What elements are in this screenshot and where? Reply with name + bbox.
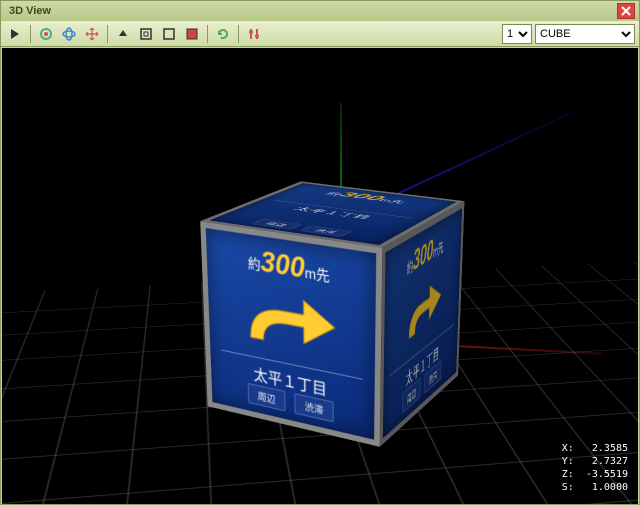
solid-icon bbox=[185, 27, 199, 41]
cube-object[interactable]: 約300m先 太平１丁目 周辺 渋滞 約300m先 bbox=[254, 200, 427, 409]
titlebar: 3D View bbox=[1, 1, 639, 21]
move-icon bbox=[85, 27, 99, 41]
frame-icon bbox=[139, 27, 153, 41]
shade-button-3[interactable] bbox=[159, 24, 179, 44]
toolbar-separator bbox=[30, 25, 31, 43]
camera-icon bbox=[39, 27, 53, 41]
texture-button-right: 渋滞 bbox=[300, 226, 352, 237]
settings-button[interactable] bbox=[244, 24, 264, 44]
shade-button-2[interactable] bbox=[136, 24, 156, 44]
refresh-button[interactable] bbox=[213, 24, 233, 44]
toolbar-separator bbox=[207, 25, 208, 43]
view-button-3[interactable] bbox=[82, 24, 102, 44]
shade-button-1[interactable] bbox=[113, 24, 133, 44]
toolbar-separator bbox=[107, 25, 108, 43]
wireframe-icon bbox=[162, 27, 176, 41]
view-button-1[interactable] bbox=[36, 24, 56, 44]
close-button[interactable] bbox=[617, 3, 635, 19]
3d-view-window: 3D View bbox=[0, 0, 640, 505]
sliders-icon bbox=[247, 27, 261, 41]
window-title: 3D View bbox=[5, 5, 617, 17]
play-icon bbox=[9, 28, 21, 40]
coord-z: Z: -3.5519 bbox=[562, 468, 628, 481]
object-name-select[interactable]: CUBE bbox=[535, 24, 635, 44]
coord-x: X: 2.3585 bbox=[562, 442, 628, 455]
orbit-icon bbox=[62, 27, 76, 41]
coord-s: S: 1.0000 bbox=[562, 481, 628, 494]
distance-prefix: 約 bbox=[248, 255, 261, 274]
viewport[interactable]: 約300m先 太平１丁目 周辺 渋滞 約300m先 bbox=[2, 48, 638, 504]
triangle-up-icon bbox=[116, 27, 130, 41]
toolbar-separator bbox=[238, 25, 239, 43]
play-button[interactable] bbox=[5, 24, 25, 44]
close-icon bbox=[621, 6, 631, 16]
toolbar: 1 CUBE bbox=[1, 21, 639, 47]
object-index-select[interactable]: 1 bbox=[502, 24, 532, 44]
coordinates-readout: X: 2.3585 Y: 2.7327 Z: -3.5519 S: 1.0000 bbox=[562, 442, 628, 494]
coord-y: Y: 2.7327 bbox=[562, 455, 628, 468]
distance-unit: m先 bbox=[305, 264, 330, 285]
view-button-2[interactable] bbox=[59, 24, 79, 44]
refresh-icon bbox=[216, 27, 230, 41]
texture-button-left: 周辺 bbox=[252, 219, 302, 230]
shade-button-4[interactable] bbox=[182, 24, 202, 44]
cube-scene: 約300m先 太平１丁目 周辺 渋滞 約300m先 bbox=[232, 198, 442, 408]
distance-unit: m先 bbox=[377, 198, 407, 204]
